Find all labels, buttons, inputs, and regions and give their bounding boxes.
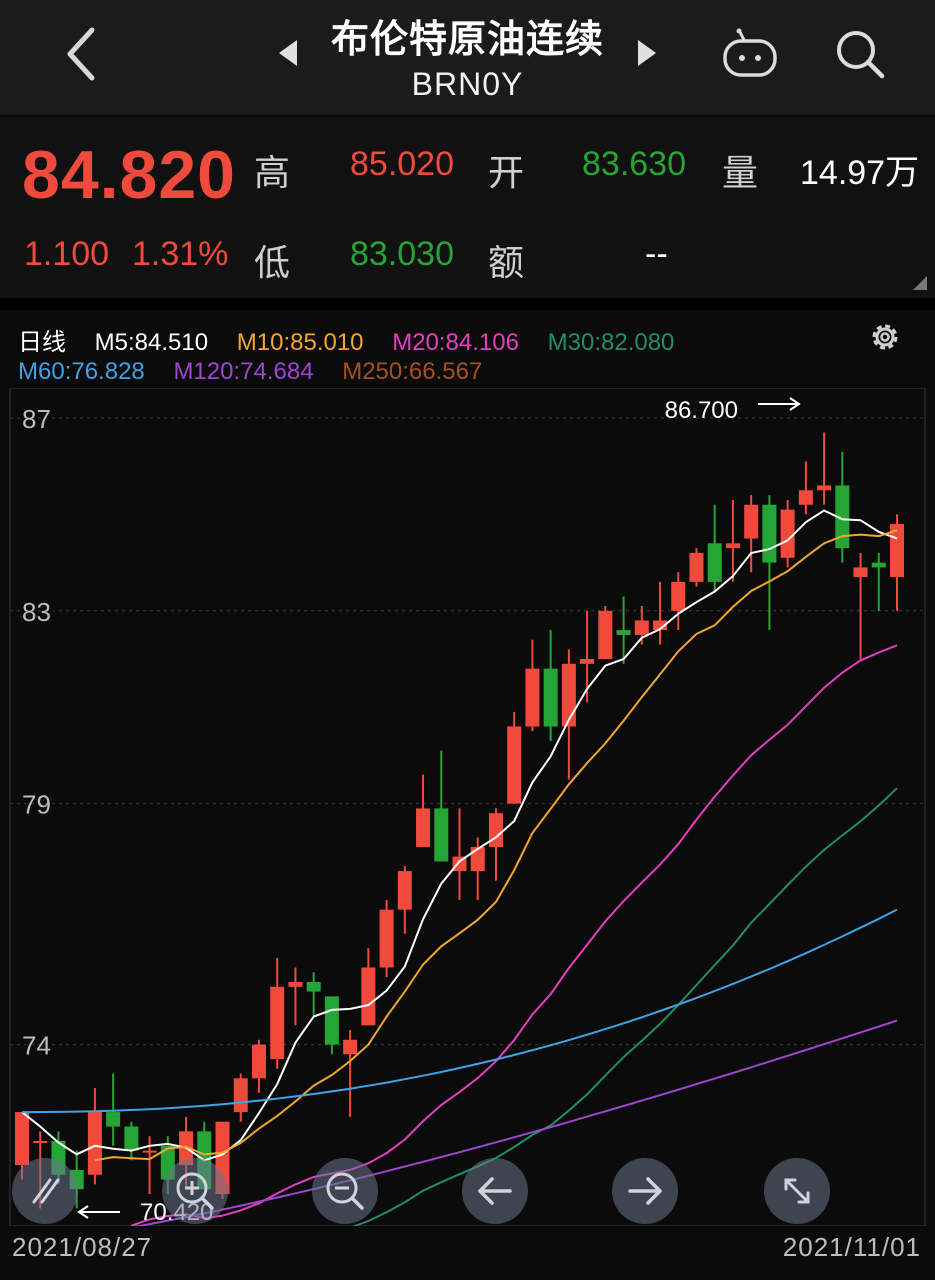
panel-toggle-button[interactable] [12, 1158, 78, 1224]
candle-body [853, 567, 868, 578]
candle-body [598, 610, 613, 659]
scroll-left-button[interactable] [462, 1158, 528, 1224]
y-tick-label: 83 [22, 597, 51, 627]
candle-body [33, 1141, 48, 1143]
ma250-value: M250:66.567 [342, 358, 483, 385]
candle-body [324, 996, 339, 1045]
y-tick-label: 79 [22, 790, 51, 820]
prev-instrument-icon[interactable] [277, 38, 299, 68]
last-price: 84.820 [22, 137, 236, 213]
candlestick-chart[interactable]: 878379747086.70070.420 [0, 388, 935, 1226]
ma5-value: M5:84.510 [94, 329, 209, 356]
candle-body [780, 509, 795, 558]
volume-value: 14.97万 [800, 154, 920, 192]
candle-body [871, 562, 886, 568]
back-icon[interactable] [58, 22, 108, 86]
candle-body [671, 581, 686, 611]
candle-body [470, 846, 485, 872]
candle-body [817, 485, 832, 491]
ma60-line [21, 908, 898, 1114]
settings-gear-icon[interactable] [866, 318, 904, 356]
panel-left-icon [32, 1178, 60, 1204]
y-tick-label: 74 [22, 1031, 51, 1061]
candle-body [434, 808, 449, 862]
candle-body [580, 659, 595, 664]
expand-icon [784, 1178, 810, 1204]
candle-body [561, 663, 576, 727]
candle-body [525, 668, 540, 727]
x-end-date: 2021/11/01 [782, 1232, 921, 1262]
ma60-value: M60:76.828 [18, 358, 145, 385]
candle-body [233, 1078, 248, 1113]
candle-body [87, 1112, 102, 1175]
candle-body [744, 504, 759, 539]
scroll-right-button[interactable] [612, 1158, 678, 1224]
robot-assistant-icon[interactable] [720, 28, 780, 80]
candle-body [124, 1126, 139, 1151]
divider [0, 298, 935, 310]
ma-legend-row-2: M60:76.828 M120:74.684 M250:66.567 [18, 358, 504, 386]
candle-body [507, 726, 522, 804]
volume-label: 量 [722, 152, 759, 193]
candle-body [288, 981, 303, 987]
candle-body [397, 871, 412, 910]
high-label: 高 [254, 152, 291, 193]
open-value: 83.630 [582, 145, 686, 183]
low-label: 低 [254, 242, 291, 283]
ma20-value: M20:84.106 [392, 329, 519, 356]
candle-body [270, 986, 285, 1060]
candle-body [142, 1150, 157, 1153]
candle-body [343, 1039, 358, 1055]
candle-body [762, 504, 777, 563]
ma30-value: M30:82.080 [547, 329, 675, 356]
candle-body [416, 808, 431, 847]
zoom-in-button[interactable] [162, 1158, 228, 1224]
candle-body [488, 813, 503, 847]
candle-body [798, 490, 813, 505]
zoom-out-button[interactable] [312, 1158, 378, 1224]
low-value: 83.030 [350, 235, 454, 273]
ma-legend-row-1: 日线 M5:84.510 M10:85.010 M20:84.106 M30:8… [18, 322, 696, 357]
ma120-value: M120:74.684 [173, 358, 314, 385]
max-price-label: 86.700 [665, 397, 738, 424]
page-title: 布伦特原油连续 [330, 19, 604, 61]
top-bar: 布伦特原油连续 BRN0Y [0, 0, 935, 115]
price-change-percent: 1.31% [132, 235, 229, 273]
candle-body [251, 1044, 266, 1079]
candle-body [616, 630, 631, 635]
candle-body [106, 1112, 121, 1127]
next-instrument-icon[interactable] [636, 38, 658, 68]
zoom-in-icon [176, 1172, 214, 1210]
arrow-left-icon [478, 1177, 512, 1205]
ma10-value: M10:85.010 [236, 329, 364, 356]
quote-panel: 84.820 1.100 1.31% 高 85.020 开 83.630 量 1… [0, 118, 935, 298]
instrument-code: BRN0Y [411, 66, 524, 102]
y-tick-label: 87 [22, 404, 51, 434]
price-change: 1.100 [24, 235, 110, 273]
x-start-date: 2021/08/27 [12, 1232, 153, 1262]
amount-value: -- [645, 235, 668, 273]
high-value: 85.020 [350, 145, 454, 183]
candle-body [634, 620, 649, 635]
search-icon[interactable] [832, 26, 888, 82]
candle-body [306, 981, 321, 992]
candle-body [707, 543, 722, 582]
candle-body [689, 552, 704, 582]
candle-body [361, 967, 376, 1026]
candle-body [725, 543, 740, 549]
period-label[interactable]: 日线 [18, 329, 66, 356]
expand-corner-icon[interactable] [913, 276, 927, 290]
candle-body [543, 668, 558, 727]
amount-label: 额 [488, 242, 525, 283]
zoom-out-icon [326, 1172, 364, 1210]
open-label: 开 [488, 152, 525, 193]
fullscreen-button[interactable] [764, 1158, 830, 1224]
candle-body [379, 909, 394, 968]
arrow-right-icon [628, 1177, 662, 1205]
